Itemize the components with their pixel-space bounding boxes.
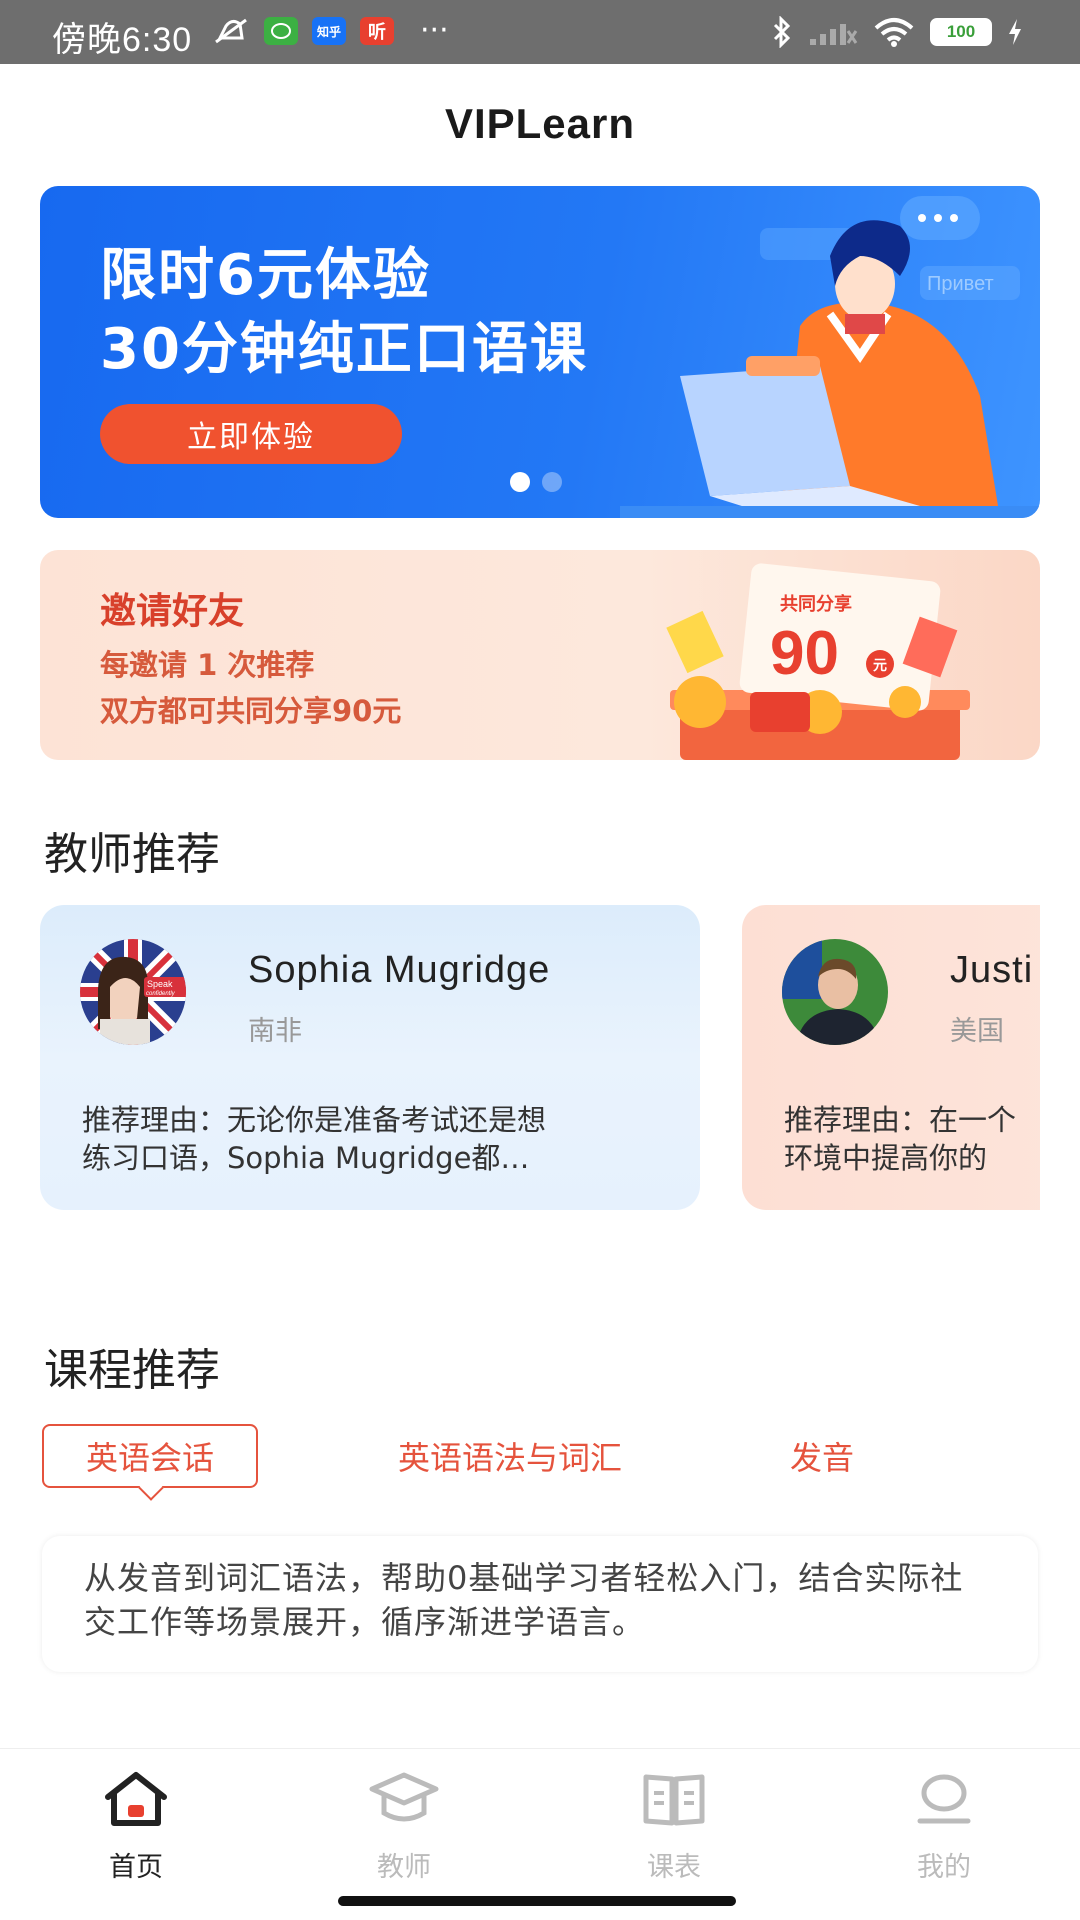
mute-icon [215, 18, 247, 44]
banner-dot[interactable] [542, 472, 562, 492]
teacher-card[interactable]: Justi 美国 推荐理由：在一个 环境中提高你的 [742, 905, 1040, 1210]
more-notifications-icon: ··· [420, 13, 449, 48]
nav-profile-label: 我的 [917, 1852, 971, 1883]
avatar-caption-2: confidently [146, 991, 176, 997]
red-envelope-gift-illustration: 共同分享 90 元 [666, 563, 970, 760]
invite-friends-card[interactable]: 邀请好友 每邀请 1 次推荐 双方都可共同分享90元 共同分享 90 元 [40, 550, 1040, 760]
nav-teachers-label: 教师 [377, 1852, 431, 1883]
reason-line-1: 推荐理由：在一个 [784, 1103, 1017, 1137]
wechat-app-icon [264, 17, 298, 45]
banner-bubble-text: Привет [927, 273, 994, 295]
teacher-avatar-photo: Speak confidently [80, 939, 186, 1045]
banner-dot-active[interactable] [510, 472, 530, 492]
teacher-country: 美国 [950, 1016, 1004, 1047]
gift-badge-title: 共同分享 [780, 593, 852, 615]
bluetooth-icon [773, 16, 791, 48]
course-category-tabs: 英语会话 英语语法与词汇 发音 [40, 1424, 1040, 1502]
nav-home[interactable]: 首页 [56, 1769, 216, 1884]
tab-english-conversation[interactable]: 英语会话 [42, 1424, 258, 1488]
invite-description-line2: 双方都可共同分享90元 [100, 694, 402, 728]
courses-section-title: 课程推荐 [44, 1345, 220, 1396]
banner-pagination [510, 472, 562, 492]
teacher-name: Sophia Mugridge [248, 949, 551, 991]
home-icon [105, 1772, 167, 1826]
teacher-name: Justi [950, 949, 1034, 991]
banner-subheadline: 30分钟纯正口语课 [100, 317, 588, 382]
teacher-recommendation-reason: 推荐理由：在一个 环境中提高你的 [784, 1101, 1040, 1177]
nav-schedule-label: 课表 [647, 1852, 701, 1883]
charging-icon [1009, 19, 1021, 45]
avatar-caption-1: Speak [147, 979, 173, 989]
gift-badge-unit: 元 [873, 658, 887, 674]
banner-headline: 限时6元体验 [100, 243, 431, 308]
ting-icon-label: 听 [368, 22, 386, 43]
promo-banner[interactable]: 限时6元体验 30分钟纯正口语课 立即体验 Привет [40, 186, 1040, 518]
teacher-recommendation-reason: 推荐理由：无论你是准备考试还是想 练习口语，Sophia Mugridge都… [82, 1101, 672, 1177]
reason-line-2: 练习口语，Sophia Mugridge都… [82, 1141, 530, 1175]
status-time: 傍晚6:30 [52, 21, 193, 59]
invite-description-line1: 每邀请 1 次推荐 [100, 648, 315, 682]
person-icon [917, 1774, 971, 1824]
teachers-section-title: 教师推荐 [44, 829, 220, 880]
app-title: VIPLearn [444, 100, 636, 147]
teacher-avatar-photo [782, 939, 888, 1045]
status-notification-icons: 知乎 听 ··· [212, 16, 449, 46]
wifi-icon [874, 18, 914, 47]
gift-badge-amount: 90 [770, 619, 839, 688]
nav-home-label: 首页 [109, 1852, 163, 1883]
zhihu-app-icon: 知乎 [312, 17, 346, 45]
book-icon [643, 1774, 705, 1826]
try-now-button[interactable]: 立即体验 [100, 404, 402, 464]
battery-icon: 100 [930, 18, 992, 46]
course-description-card[interactable]: 从发音到词汇语法，帮助0基础学习者轻松入门，结合实际社交工作等场景展开，循序渐进… [42, 1536, 1038, 1672]
tab-pronunciation[interactable]: 发音 [752, 1424, 892, 1488]
graduation-cap-icon [369, 1772, 439, 1822]
nav-teachers[interactable]: 教师 [324, 1769, 484, 1884]
tab-grammar-vocabulary[interactable]: 英语语法与词汇 [340, 1424, 680, 1488]
teacher-laptop-illustration: Привет [620, 196, 1040, 518]
signal-icon [810, 24, 858, 45]
reason-line-2: 环境中提高你的 [784, 1141, 988, 1175]
teacher-avatar[interactable] [782, 939, 888, 1045]
status-bar: 傍晚6:30 知乎 听 ··· 100 [0, 0, 1080, 64]
teacher-card[interactable]: Speak confidently Sophia Mugridge 南非 推荐理… [40, 905, 700, 1210]
nav-schedule[interactable]: 课表 [594, 1769, 754, 1884]
teacher-country: 南非 [248, 1016, 302, 1047]
invite-title: 邀请好友 [100, 591, 245, 632]
bottom-navigation: 首页 教师 课表 我的 [0, 1748, 1080, 1920]
ting-app-icon: 听 [360, 17, 394, 45]
teacher-avatar[interactable]: Speak confidently [80, 939, 186, 1045]
status-system-icons: 100 [770, 16, 1024, 48]
reason-line-1: 推荐理由：无论你是准备考试还是想 [82, 1103, 547, 1137]
nav-profile[interactable]: 我的 [864, 1769, 1024, 1884]
teacher-carousel[interactable]: Speak confidently Sophia Mugridge 南非 推荐理… [40, 905, 1040, 1210]
home-gesture-bar[interactable] [338, 1896, 736, 1906]
zhihu-icon-label: 知乎 [316, 24, 341, 39]
